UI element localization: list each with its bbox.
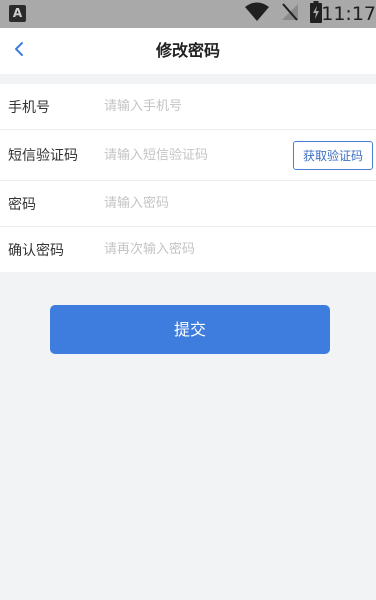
screen: A 11:17 修改密码 手机号 请输入手机号 短信验证码 请输入短信验证码 获…: [0, 0, 376, 600]
phone-row: 手机号: [0, 84, 376, 130]
header: 修改密码: [0, 28, 376, 74]
page-title: 修改密码: [155, 41, 220, 60]
confirm-password-row: 确认密码: [0, 227, 376, 272]
chevron-left-icon: [13, 41, 25, 61]
app-notification-icon: A: [9, 5, 26, 22]
confirm-password-label: 确认密码: [8, 242, 64, 259]
phone-input[interactable]: [104, 99, 284, 114]
sms-code-row: 短信验证码 获取验证码: [0, 130, 376, 181]
no-signal-icon: [280, 2, 300, 26]
sms-code-label: 短信验证码: [8, 148, 78, 164]
wifi-icon: [244, 2, 270, 26]
get-code-button[interactable]: 获取验证码: [293, 141, 373, 170]
password-label: 密码: [8, 196, 36, 213]
password-row: 密码: [0, 181, 376, 227]
phone-label: 手机号: [8, 99, 50, 116]
change-password-form: 手机号 短信验证码 获取验证码 密码 确认密码: [0, 84, 376, 272]
battery-charging-icon: [310, 1, 322, 27]
status-bar: A 11:17: [0, 0, 376, 28]
sms-code-input[interactable]: [104, 147, 284, 163]
status-time: 11:17: [321, 3, 376, 25]
confirm-password-input[interactable]: [104, 242, 284, 257]
password-input[interactable]: [104, 196, 284, 211]
submit-button[interactable]: 提交: [50, 305, 330, 354]
back-button[interactable]: [4, 36, 34, 66]
status-icons: [244, 1, 322, 27]
